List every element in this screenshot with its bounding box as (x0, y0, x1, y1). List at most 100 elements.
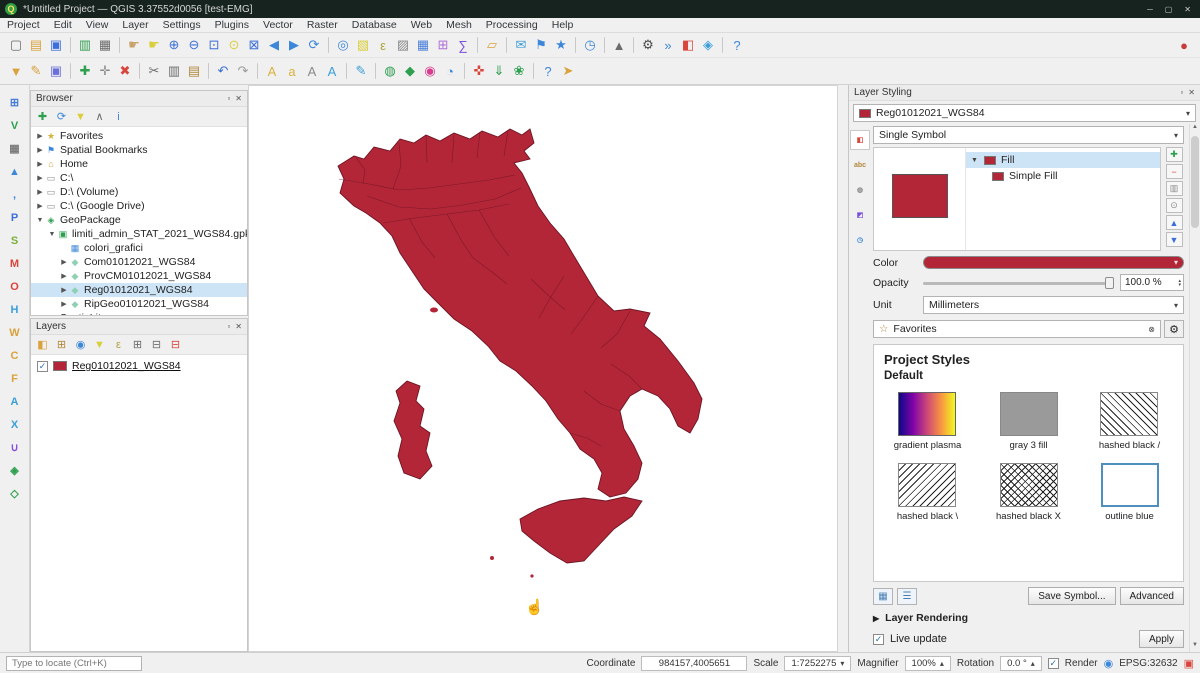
pan-to-selection[interactable]: ☛ (144, 35, 164, 55)
browser-item[interactable]: ▶ ▭ C:\ (Google Drive) (31, 199, 247, 213)
properties-widget[interactable]: i (110, 108, 127, 125)
layer-visibility-checkbox[interactable]: ✓ (37, 361, 48, 372)
paste-features[interactable]: ▤ (184, 61, 204, 81)
grass-tools[interactable]: ❀ (509, 61, 529, 81)
menu-item[interactable]: View (79, 19, 116, 31)
menu-item[interactable]: Project (0, 19, 47, 31)
delete-selected[interactable]: ✖ (115, 61, 135, 81)
expand-arrow-icon[interactable]: ▶ (59, 272, 69, 280)
filter-legend[interactable]: ▼ (91, 336, 108, 353)
browser-item[interactable]: ▶ ⚑ Spatial Bookmarks (31, 143, 247, 157)
add-wcs-layer[interactable]: C (5, 346, 25, 365)
help[interactable]: ? (538, 61, 558, 81)
scale-select[interactable]: 1:7252275 ▾ (784, 656, 851, 671)
add-virtual-layer[interactable]: ∪ (5, 438, 25, 457)
scrollbar-thumb[interactable] (1191, 136, 1199, 228)
small-island-1[interactable] (490, 556, 494, 560)
zoom-out[interactable]: ⊖ (184, 35, 204, 55)
clear-icon[interactable]: ⊗ (1148, 325, 1155, 334)
menu-item[interactable]: Mesh (439, 19, 479, 31)
new-spatial-bookmark[interactable]: ⚑ (531, 35, 551, 55)
add-hana-layer[interactable]: H (5, 300, 25, 319)
browser-item[interactable]: ▶ ▭ D:\ (Volume) (31, 185, 247, 199)
style-swatch[interactable]: gradient plasma (894, 392, 962, 451)
filter-legend-by-expression[interactable]: ε (110, 336, 127, 353)
remove-symbol-layer[interactable]: − (1166, 164, 1183, 179)
color-button[interactable]: ▾ (923, 256, 1184, 269)
opacity-slider[interactable] (923, 276, 1114, 290)
style-swatch[interactable]: hashed black / (1099, 392, 1160, 451)
expand-arrow-icon[interactable]: ▼ (47, 231, 57, 238)
style-swatch[interactable]: outline blue (1101, 463, 1159, 522)
expand-arrow-icon[interactable]: ▶ (35, 314, 45, 315)
expand-arrow-icon[interactable]: ▶ (35, 146, 45, 154)
add-group[interactable]: ⊞ (53, 336, 70, 353)
menu-item[interactable]: Settings (156, 19, 208, 31)
statistical-summary[interactable]: ∑ (453, 35, 473, 55)
expand-arrow-icon[interactable]: ▶ (59, 286, 69, 294)
collapse-all[interactable]: ∧ (91, 108, 108, 125)
browser-item[interactable]: ▶ ★ Favorites (31, 129, 247, 143)
add-raster-layer[interactable]: ▦ (5, 139, 25, 158)
scroll-up-icon[interactable]: ▲ (1192, 124, 1198, 134)
open-data-source-manager[interactable]: ⊞ (5, 93, 25, 112)
close-panel-button[interactable]: ✕ (235, 322, 242, 331)
menu-item[interactable]: Raster (300, 19, 345, 31)
add-oracle-layer[interactable]: O (5, 277, 25, 296)
menu-item[interactable]: Help (545, 19, 581, 31)
magnifier-spinbox[interactable]: 100% ▴ (905, 656, 951, 671)
epsg-indicator[interactable]: EPSG:32632 (1119, 658, 1177, 669)
map-canvas[interactable]: ☝ (248, 85, 838, 652)
symbology-tab[interactable]: ◧ (850, 130, 870, 150)
styling-layer-select[interactable]: Reg01012021_WGS84 ▾ (853, 104, 1196, 122)
advanced-button[interactable]: Advanced (1120, 587, 1184, 605)
browser-item[interactable]: ▶ ◆ ProvCM01012021_WGS84 (31, 269, 247, 283)
list-view-button[interactable]: ☰ (897, 588, 917, 605)
expand-arrow-icon[interactable]: ▶ (35, 174, 45, 182)
menu-item[interactable]: Processing (479, 19, 545, 31)
temporal-controller[interactable]: ◷ (580, 35, 600, 55)
project-save[interactable]: ▣ (46, 35, 66, 55)
style-swatch[interactable]: hashed black X (996, 463, 1061, 522)
style-swatch[interactable]: gray 3 fill (1000, 392, 1058, 451)
filter-browser[interactable]: ▼ (72, 108, 89, 125)
manage-map-themes[interactable]: ◉ (72, 336, 89, 353)
toggle-editing[interactable]: ✎ (26, 61, 46, 81)
apply-button[interactable]: Apply (1139, 630, 1184, 648)
save-layer-edits[interactable]: ▣ (46, 61, 66, 81)
3d-view-tab[interactable]: ◩ (850, 205, 870, 225)
label-rotate[interactable]: A (322, 61, 342, 81)
add-postgis-layer[interactable]: P (5, 208, 25, 227)
style-options-button[interactable]: ⚙ (1164, 320, 1184, 338)
expand-arrow-icon[interactable]: ▶ (59, 300, 69, 308)
style-manager[interactable]: ◧ (678, 35, 698, 55)
tree-open-icon[interactable]: ▼ (971, 157, 979, 164)
icon-view-button[interactable]: ▦ (873, 588, 893, 605)
add-arcgis-rest-layer[interactable]: A (5, 392, 25, 411)
new-geopackage-layer[interactable]: ◈ (5, 461, 25, 480)
elba-island[interactable] (430, 308, 438, 313)
add-symbol-layer[interactable]: ✚ (1166, 147, 1183, 162)
float-panel-button[interactable]: ▫ (1180, 88, 1183, 97)
vertex-tool[interactable]: ✛ (95, 61, 115, 81)
new-print-layout[interactable]: ▥ (75, 35, 95, 55)
label-move[interactable]: A (302, 61, 322, 81)
render-checkbox[interactable]: ✓ (1048, 658, 1059, 669)
add-selected-layers[interactable]: ✚ (34, 108, 51, 125)
project-open[interactable]: ▤ (26, 35, 46, 55)
zoom-to-layer[interactable]: ⊠ (244, 35, 264, 55)
symbol-tree-simple-fill-row[interactable]: Simple Fill (966, 168, 1160, 184)
expand-arrow-icon[interactable]: ▼ (35, 217, 45, 224)
plugin-qgis2web[interactable]: ◍ (380, 61, 400, 81)
style-filter-select[interactable]: ☆ Favorites ⊗ (873, 320, 1161, 338)
float-panel-button[interactable]: ▫ (227, 322, 230, 331)
layer-row[interactable]: ✓ Reg01012021_WGS84 (31, 358, 247, 374)
browser-item[interactable]: ▦ colori_grafici (31, 241, 247, 255)
symbol-tree-fill-row[interactable]: ▼ Fill (966, 152, 1160, 168)
add-vector-layer[interactable]: V (5, 116, 25, 135)
show-spatial-bookmarks[interactable]: ★ (551, 35, 571, 55)
help-contents[interactable]: ? (727, 35, 747, 55)
maximize-button[interactable]: ▢ (1165, 5, 1173, 14)
italy-mainland[interactable] (338, 129, 702, 497)
map-tips[interactable]: ✉ (511, 35, 531, 55)
